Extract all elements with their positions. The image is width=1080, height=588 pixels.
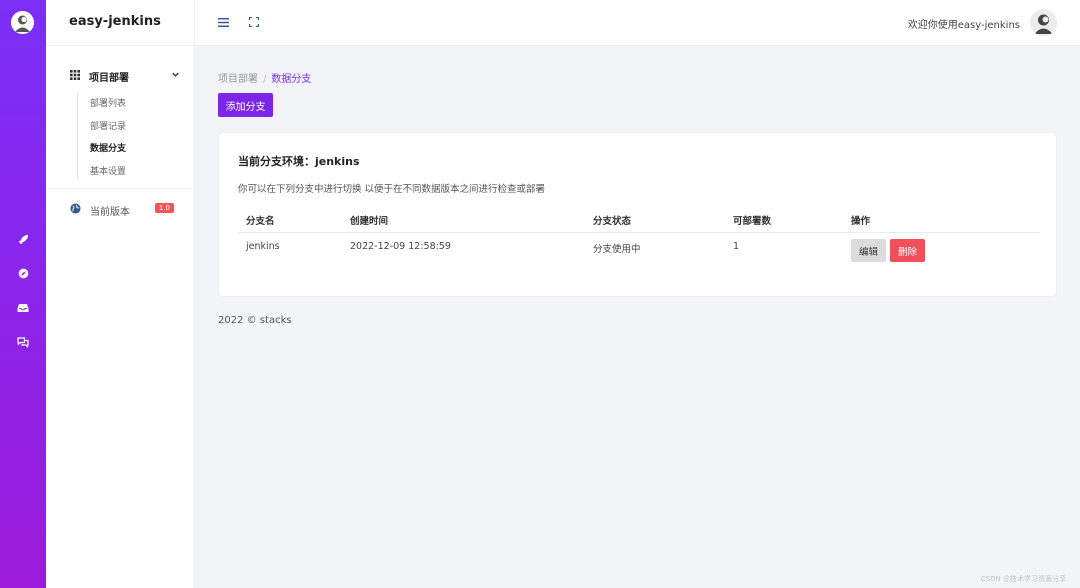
column-header-created: 创建时间 <box>350 216 389 227</box>
sidebar-item-deploy-list[interactable]: 部署列表 <box>90 96 126 109</box>
welcome-text: 欢迎你使用easy-jenkins <box>907 20 1020 31</box>
card-title: 当前分支环境：jenkins <box>238 155 360 168</box>
breadcrumb: 项目部署 / 数据分支 <box>218 70 311 85</box>
sidebar: easy-jenkins 项目部署 部署列表 部署记录 数据分支 基本设置 当前… <box>46 0 195 588</box>
sidebar-item-current-version[interactable]: 当前版本 1.0 <box>70 202 174 218</box>
inbox-icon[interactable] <box>15 300 31 316</box>
column-header-status: 分支状态 <box>593 216 632 227</box>
logo-avatar-icon[interactable] <box>11 11 34 34</box>
menu-icon[interactable] <box>216 15 230 29</box>
delete-button[interactable]: 删除 <box>890 239 925 262</box>
fullscreen-icon[interactable] <box>247 15 261 29</box>
watermark: CSDN @技术学习资源分享 <box>980 575 1066 583</box>
divider <box>46 45 195 46</box>
sidebar-item-label: 当前版本 <box>90 206 130 218</box>
chevron-down-icon <box>171 70 180 82</box>
branch-card: 当前分支环境：jenkins 你可以在下列分支中进行切换 以便于在不同数据版本之… <box>218 132 1057 297</box>
cell-branch-name: jenkins <box>246 241 280 252</box>
column-header-actions: 操作 <box>851 216 871 227</box>
table-header-divider <box>238 232 1040 233</box>
cell-created-time: 2022-12-09 12:58:59 <box>350 241 451 252</box>
card-description: 你可以在下列分支中进行切换 以便于在不同数据版本之间进行检查或部署 <box>238 184 546 195</box>
column-header-count: 可部署数 <box>733 216 772 227</box>
breadcrumb-parent[interactable]: 项目部署 <box>218 74 258 85</box>
chat-icon[interactable] <box>15 334 31 350</box>
compass-icon[interactable] <box>15 265 31 281</box>
add-branch-button[interactable]: 添加分支 <box>218 93 273 117</box>
cell-deploy-count: 1 <box>733 241 740 252</box>
sidebar-item-deploy-records[interactable]: 部署记录 <box>90 119 126 132</box>
icon-rail <box>0 0 46 588</box>
column-header-name: 分支名 <box>246 216 275 227</box>
edit-button[interactable]: 编辑 <box>851 239 886 262</box>
top-bar: 欢迎你使用easy-jenkins <box>195 0 1080 46</box>
cell-branch-status: 分支使用中 <box>593 244 641 255</box>
avatar[interactable] <box>1030 9 1057 36</box>
divider <box>46 188 195 189</box>
rocket-icon[interactable] <box>15 231 31 247</box>
app-title: easy-jenkins <box>69 14 161 29</box>
sidebar-group-label: 项目部署 <box>89 72 129 84</box>
globe-icon <box>70 203 81 217</box>
breadcrumb-current: 数据分支 <box>271 74 312 85</box>
sidebar-group-deploy[interactable]: 项目部署 <box>70 68 180 84</box>
breadcrumb-separator: / <box>263 74 267 85</box>
sidebar-item-basic-settings[interactable]: 基本设置 <box>90 164 126 177</box>
footer-text: 2022 © stacks <box>218 315 292 326</box>
grid-icon <box>70 69 80 83</box>
version-badge: 1.0 <box>154 203 174 213</box>
submenu-rail <box>77 92 78 180</box>
sidebar-item-data-branch[interactable]: 数据分支 <box>90 141 126 154</box>
